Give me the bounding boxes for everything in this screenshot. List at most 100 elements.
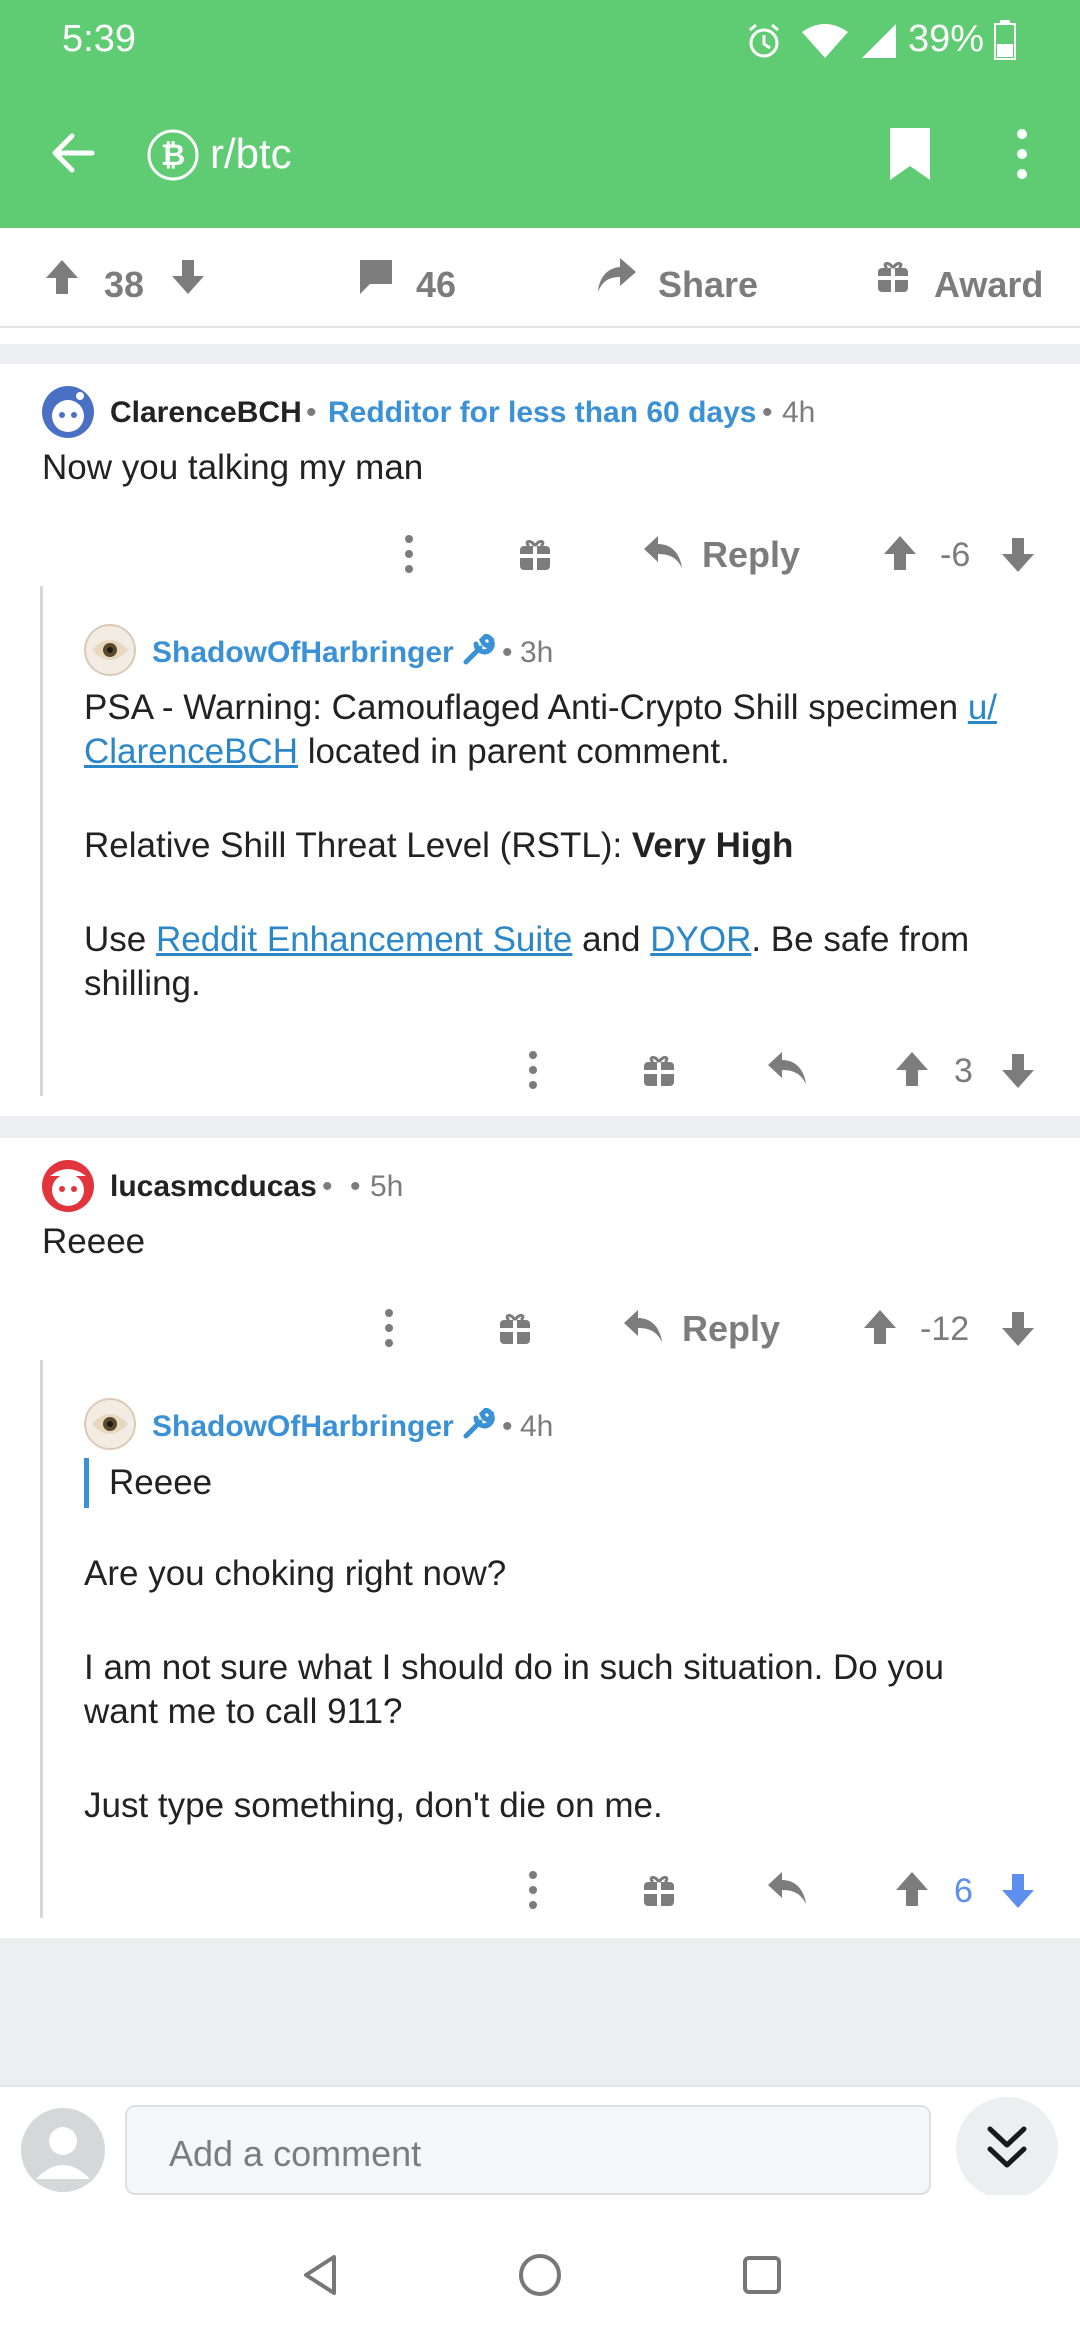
blockquote: Reeee [84,1458,212,1508]
status-time: 5:39 [62,18,136,60]
avatar-icon[interactable] [84,1398,136,1450]
body-text: located in parent comment. [297,732,730,771]
subreddit-title[interactable]: r/btc [210,130,292,178]
nav-recents-icon[interactable] [742,2255,782,2295]
gift-icon[interactable] [642,1052,676,1088]
comment-thread: lucasmcducas • • 5h Reeee Reply -12 Shad… [0,1138,1080,1938]
gift-icon[interactable] [518,536,552,572]
comment-author[interactable]: ShadowOfHarbringer [152,1410,454,1444]
comment-age: 4h [782,396,816,429]
comment-icon[interactable] [356,258,396,296]
comment-thread: ClarenceBCH • Redditor for less than 60 … [0,364,1080,1116]
gift-icon[interactable] [642,1872,676,1908]
post-action-bar: 38 46 Share Award [0,228,1080,328]
thread-line [40,586,43,1096]
downvote-icon[interactable] [1000,1310,1036,1348]
gift-icon[interactable] [876,258,910,294]
reply-label[interactable]: Reply [702,534,800,576]
comment-placeholder: Add a comment [169,2133,422,2174]
separator [0,1116,1080,1138]
thread-line [40,1360,43,1918]
share-label[interactable]: Share [658,264,758,306]
battery-icon [994,20,1016,60]
upvote-icon[interactable] [44,258,80,296]
comment-score: -6 [940,536,971,574]
avatar-icon[interactable] [40,384,96,440]
more-vertical-icon[interactable] [1010,128,1034,180]
nav-home-icon[interactable] [518,2253,562,2297]
comment-author[interactable]: ShadowOfHarbringer [152,636,454,670]
user-link[interactable]: ClarenceBCH [84,732,298,771]
wrench-icon [463,1408,495,1439]
back-arrow-icon[interactable] [48,128,98,178]
downvote-icon[interactable] [1000,1872,1036,1910]
comment-score: -12 [920,1310,970,1348]
nav-back-icon[interactable] [300,2253,340,2297]
comment-body-line: Are you choking right now? [84,1554,507,1593]
upvote-icon[interactable] [894,1050,930,1088]
reply-icon[interactable] [642,534,684,572]
more-vertical-icon[interactable] [526,1050,540,1090]
more-vertical-icon[interactable] [526,1870,540,1910]
bold-text: Very High [631,826,794,865]
comment-age: 4h [520,1410,554,1443]
upvote-icon[interactable] [882,534,918,572]
signal-icon [862,24,896,58]
comment-score: 3 [954,1052,973,1090]
more-vertical-icon[interactable] [402,534,416,574]
svg-text:₿: ₿ [161,138,185,173]
user-link[interactable]: u/ [968,688,997,727]
status-bar: 5:39 39% [0,0,1080,80]
meta-dot: • [762,396,773,429]
user-avatar-icon[interactable] [20,2107,106,2193]
downvote-icon[interactable] [1000,1052,1036,1090]
separator [0,344,1080,364]
alarm-icon [749,23,779,58]
reply-icon[interactable] [766,1870,808,1908]
downvote-icon[interactable] [170,258,206,296]
meta-dot: • [306,396,317,429]
body-text: Use [84,920,156,959]
body-text: Relative Shill Threat Level (RSTL): [84,826,632,865]
meta-dot: • [322,1170,333,1203]
avatar-icon[interactable] [84,624,136,676]
comment-body-line: ClarenceBCH located in parent comment. [84,730,1044,774]
empty-area [0,1938,1080,2085]
reply-icon[interactable] [622,1308,664,1346]
gift-icon[interactable] [498,1310,532,1346]
bitcoin-icon: ₿ [147,129,199,181]
system-nav-bar [0,2195,1080,2340]
body-text: PSA - Warning: Camouflaged Anti-Crypto S… [84,688,968,727]
post-score: 38 [104,264,145,305]
double-chevron-down-icon [987,2126,1027,2168]
comment-body-line: Just type something, don't die on me. [84,1786,663,1825]
jump-to-next-button[interactable] [956,2097,1058,2199]
comment-body: Reeee [42,1222,146,1261]
upvote-icon[interactable] [862,1308,898,1346]
bookmark-icon[interactable] [888,126,932,182]
share-icon[interactable] [596,256,638,296]
wifi-icon [802,24,848,58]
comment-body-line: Use Reddit Enhancement Suite and DYOR. B… [84,918,1044,962]
downvote-icon[interactable] [1000,536,1036,574]
comment-body-line: shilling. [84,964,201,1003]
avatar-icon[interactable] [40,1158,96,1214]
more-vertical-icon[interactable] [382,1308,396,1348]
res-link[interactable]: Reddit Enhancement Suite [156,920,572,959]
reply-icon[interactable] [766,1050,808,1088]
meta-dot: • [502,1410,513,1443]
award-label[interactable]: Award [934,264,1043,306]
dyor-link[interactable]: DYOR [650,920,751,959]
meta-dot: • [502,636,513,669]
comment-age: 5h [370,1170,404,1203]
reply-label[interactable]: Reply [682,1308,780,1350]
app-header: 5:39 39% ₿ r/btc [0,0,1080,228]
comment-input[interactable]: Add a comment [125,2105,931,2195]
comment-author[interactable]: lucasmcducas [110,1170,317,1204]
comment-count: 46 [416,264,457,305]
comment-author[interactable]: ClarenceBCH [110,396,302,430]
comment-age: 3h [520,636,554,669]
user-flair: Redditor for less than 60 days [328,396,757,429]
comment-body-line: I am not sure what I should do in such s… [84,1648,944,1687]
upvote-icon[interactable] [894,1870,930,1908]
